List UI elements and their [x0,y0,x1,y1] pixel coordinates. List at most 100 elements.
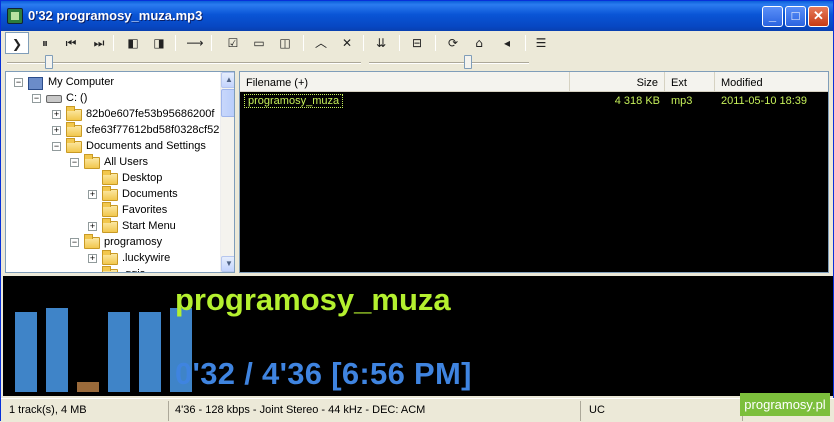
table-row[interactable]: programosy_muza 4 318 KB mp3 2011-05-10 … [240,94,828,108]
checklist-button[interactable]: ☑ [221,32,245,54]
expand-icon[interactable]: + [88,222,97,231]
folder-icon [84,154,100,169]
expand-icon[interactable]: + [88,254,97,263]
folder-icon [102,186,118,201]
expand-icon[interactable]: + [52,126,61,135]
pause-play-icon: ⏸ [41,36,48,50]
spectrum-bar [77,382,99,392]
file-list-header: Filename (+) Size Ext Modified [240,72,828,92]
properties-icon: ☰ [535,36,547,50]
folder-back-button[interactable]: ◧ [121,32,145,54]
refresh-button[interactable]: ⟳ [441,32,465,54]
folder-icon [102,266,118,272]
refresh-icon: ⟳ [447,36,459,50]
volume-button[interactable]: ◂ [495,32,519,54]
watermark-logo: programosy.pl [740,393,830,416]
tree-item[interactable]: + Documents [6,186,218,202]
tree-item[interactable]: + cfe63f77612bd58f0328cf52 [6,122,220,138]
column-ext[interactable]: Ext [665,72,715,92]
collapse-icon[interactable]: − [70,158,79,167]
tree-item[interactable]: Favorites [6,202,218,218]
column-size[interactable]: Size [570,72,665,92]
tree-scrollbar[interactable]: ▲ ▼ [220,72,234,272]
tree-item[interactable]: .ggis [6,266,218,272]
tree-item[interactable]: − Documents and Settings [6,138,218,154]
tree-item[interactable]: +82b0e607fe53b95686200f [6,106,218,122]
tree-item-label: C: () [66,92,88,104]
tree-item[interactable]: − All Users [6,154,218,170]
volume-track[interactable] [369,62,529,64]
maximize-button[interactable]: □ [785,6,806,27]
minimize-button[interactable]: _ [762,6,783,27]
file-list[interactable]: Filename (+) Size Ext Modified programos… [239,71,829,273]
folder-tree[interactable]: − My Computer − C: () +82b0e607fe53b95686200… [5,71,235,273]
spectrum-bar [108,312,130,392]
file-name: programosy_muza [244,94,344,108]
computer-icon [28,77,43,90]
next-track-icon: ⏭ [93,36,105,50]
previous-track-icon: ⏮ [65,36,77,50]
folder-icon [84,234,100,249]
panel-icon: ◫ [279,36,291,50]
tree-item[interactable]: Desktop [6,170,218,186]
collapse-icon[interactable]: − [70,238,79,247]
track-title: programosy_muza [175,282,451,317]
split-view-icon: ⊟ [411,36,423,50]
panel-button[interactable]: ◫ [273,32,297,54]
tree-item-label: Start Menu [122,220,176,232]
collapse-icon[interactable]: − [52,142,61,151]
playback-time: 0'32 / 4'36 [6:56 PM] [175,356,472,391]
chevron-up-icon: ︿ [314,36,327,50]
sort-button[interactable]: ⇊ [369,32,393,54]
arrow-right-icon: ⟶ [186,36,204,50]
tree-item[interactable]: + Start Menu [6,218,218,234]
file-modified: 2011-05-10 18:39 [721,95,808,107]
tree-item-label: cfe63f77612bd58f0328cf52 [86,124,220,136]
tree-item[interactable]: − My Computer [6,74,218,90]
tree-item[interactable]: + .luckywire [6,250,218,266]
play-pause-button[interactable]: ⏸ [33,32,57,54]
tree-item-label: Favorites [122,204,168,216]
column-filename[interactable]: Filename (+) [240,72,570,92]
split-view-button[interactable]: ⊟ [405,32,429,54]
play-button[interactable]: ❯ [5,32,29,54]
go-button[interactable]: ⟶ [183,32,207,54]
tree-item-label: All Users [104,156,149,168]
expand-icon[interactable]: + [52,110,61,119]
open-folder-forward-icon: ◨ [153,36,165,50]
app-icon[interactable] [7,8,23,24]
collapse-icon[interactable]: − [32,94,41,103]
collapse-button[interactable]: ︿ [309,32,333,54]
tree-item[interactable]: − C: () [6,90,218,106]
seek-track[interactable] [7,62,361,64]
status-format: 4'36 - 128 kbps - Joint Stereo - 44 kHz … [169,401,581,421]
scroll-up-button[interactable]: ▲ [221,72,234,88]
folder-forward-button[interactable]: ◨ [147,32,171,54]
volume-slider-thumb[interactable] [464,55,473,69]
volume-icon: ◂ [503,36,511,50]
expand-icon[interactable]: + [88,190,97,199]
open-folder-back-icon: ◧ [127,36,139,50]
folder-icon [66,106,82,121]
window-title: 0'32 programosy_muza.mp3 [28,8,203,23]
next-track-button[interactable]: ⏭ [87,32,111,54]
tree-item[interactable]: − programosy [6,234,218,250]
remove-button[interactable]: ✕ [335,32,359,54]
home-button[interactable]: ⌂ [467,32,491,54]
tree-item-label: Documents [122,188,178,200]
previous-track-button[interactable]: ⏮ [59,32,83,54]
properties-button[interactable]: ☰ [529,32,553,54]
folder-icon [102,202,118,217]
scroll-thumb[interactable] [221,89,234,117]
checklist-icon: ☑ [227,36,239,50]
seek-slider-thumb[interactable] [45,55,54,69]
window-icon: ▭ [253,36,265,50]
toolbar: ❯ ⏸ ⏮ ⏭ ◧ ◨ ⟶ ☑ ▭ ◫ ︿ ✕ ⇊ ⊟ ⟳ ⌂ ◂ ☰ [5,32,831,54]
collapse-icon[interactable]: − [14,78,23,87]
close-button[interactable]: ✕ [808,6,829,27]
column-modified[interactable]: Modified [715,72,828,92]
window-button[interactable]: ▭ [247,32,271,54]
scroll-down-button[interactable]: ▼ [221,256,234,272]
title-bar[interactable]: 0'32 programosy_muza.mp3 _ □ ✕ [1,1,833,31]
play-icon: ❯ [11,37,23,51]
